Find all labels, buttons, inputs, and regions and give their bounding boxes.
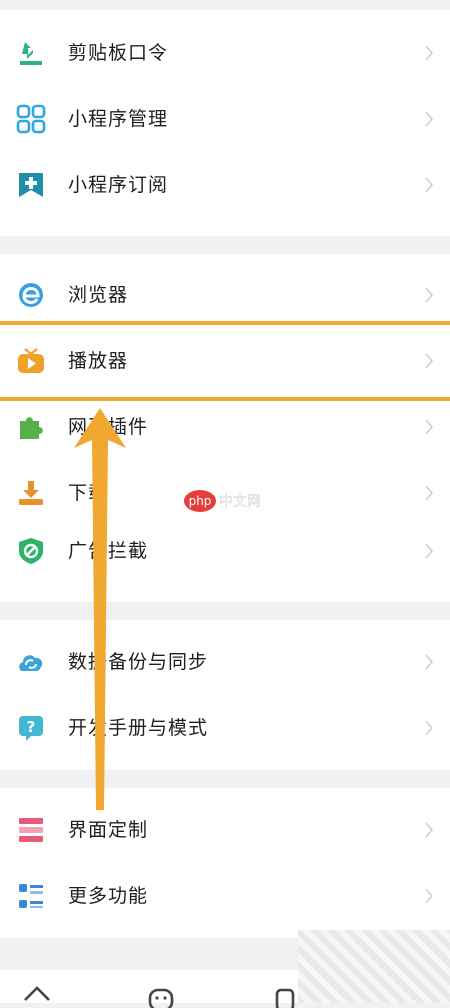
chevron-right-icon <box>424 543 434 559</box>
chevron-right-icon <box>424 45 434 61</box>
chevron-right-icon <box>424 287 434 303</box>
puzzle-icon <box>16 412 46 442</box>
chevron-right-icon <box>424 822 434 838</box>
grid-apps-icon <box>16 104 46 134</box>
chevron-right-icon <box>424 888 434 904</box>
menu-item-label: 小程序管理 <box>68 108 169 130</box>
help-chat-icon: ? <box>16 713 46 743</box>
ad-block-shield-icon <box>16 536 46 566</box>
menu-item-label: 浏览器 <box>68 284 129 306</box>
menu-item-mini-program-subscribe[interactable]: 小程序订阅 <box>0 152 450 218</box>
bot-face-icon[interactable] <box>146 984 176 1008</box>
chevron-right-icon <box>424 419 434 435</box>
subscribe-plus-icon <box>16 170 46 200</box>
clipboard-download-icon <box>16 38 46 68</box>
up-arrow-annotation <box>74 408 126 810</box>
chevron-right-icon <box>424 111 434 127</box>
tv-player-icon <box>16 346 46 376</box>
menu-item-label: 播放器 <box>68 350 129 372</box>
watermark-text-php: php <box>189 494 212 508</box>
menu-item-label: 更多功能 <box>68 885 149 907</box>
chevron-right-icon <box>424 177 434 193</box>
menu-item-more-features[interactable]: 更多功能 <box>0 863 450 929</box>
svg-text:?: ? <box>27 718 36 736</box>
watermark-logo: php 中文网 <box>184 490 261 512</box>
menu-item-player[interactable]: 播放器 <box>0 328 450 394</box>
settings-group-1: 剪贴板口令 小程序管理 小程序订阅 <box>0 10 450 236</box>
chevron-right-icon <box>424 353 434 369</box>
menu-item-mini-program-manage[interactable]: 小程序管理 <box>0 86 450 152</box>
list-more-icon <box>16 881 46 911</box>
menu-item-label: 小程序订阅 <box>68 174 169 196</box>
browser-e-icon <box>16 280 46 310</box>
cloud-sync-icon <box>16 647 46 677</box>
home-icon[interactable] <box>22 984 52 1008</box>
chevron-right-icon <box>424 654 434 670</box>
watermark-text-cn: 中文网 <box>219 494 261 510</box>
download-icon <box>16 478 46 508</box>
menu-item-browser[interactable]: 浏览器 <box>0 262 450 328</box>
chevron-right-icon <box>424 485 434 501</box>
menu-item-label: 剪贴板口令 <box>68 42 169 64</box>
layout-custom-icon <box>16 815 46 845</box>
chevron-right-icon <box>424 720 434 736</box>
blurred-region <box>298 930 450 1003</box>
menu-item-clipboard-token[interactable]: 剪贴板口令 <box>0 20 450 86</box>
